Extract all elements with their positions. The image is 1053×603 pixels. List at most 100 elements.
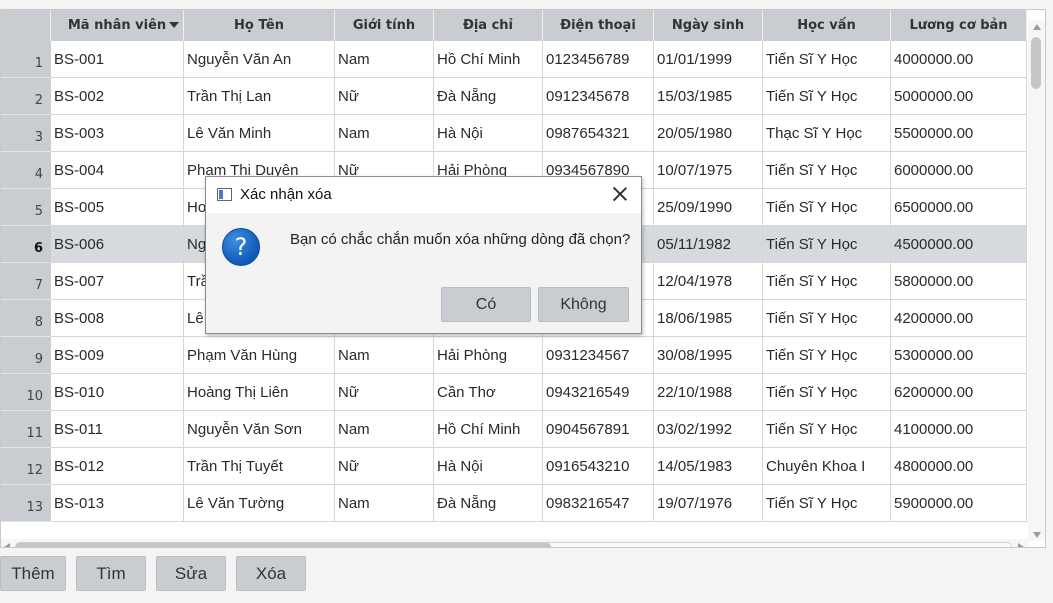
row-number[interactable]: 12 xyxy=(1,448,51,485)
table-cell[interactable]: 30/08/1995 xyxy=(654,337,763,374)
table-cell[interactable]: BS-003 xyxy=(51,115,184,152)
table-cell[interactable]: 0916543210 xyxy=(543,448,654,485)
table-cell[interactable]: BS-009 xyxy=(51,337,184,374)
table-cell[interactable]: 5300000.00 xyxy=(891,337,1027,374)
table-cell[interactable]: Nữ xyxy=(335,448,434,485)
row-number[interactable]: 3 xyxy=(1,115,51,152)
vertical-scroll-thumb[interactable] xyxy=(1031,37,1041,89)
table-cell[interactable]: BS-008 xyxy=(51,300,184,337)
table-cell[interactable]: 18/06/1985 xyxy=(654,300,763,337)
table-cell[interactable]: BS-010 xyxy=(51,374,184,411)
table-cell[interactable]: Chuyên Khoa I xyxy=(763,448,891,485)
table-row[interactable]: 3 BS-003 Lê Văn Minh Nam Hà Nội 0987654321 20/… xyxy=(1,115,1027,152)
table-cell[interactable]: Nữ xyxy=(335,78,434,115)
table-cell[interactable]: 0931234567 xyxy=(543,337,654,374)
table-cell[interactable]: Lê Văn Minh xyxy=(184,115,335,152)
table-cell[interactable]: BS-006 xyxy=(51,226,184,263)
table-cell[interactable]: 20/05/1980 xyxy=(654,115,763,152)
row-number[interactable]: 8 xyxy=(1,300,51,337)
table-cell[interactable]: Tiến Sĩ Y Học xyxy=(763,78,891,115)
table-cell[interactable]: BS-011 xyxy=(51,411,184,448)
table-cell[interactable]: Nam xyxy=(335,115,434,152)
table-cell[interactable]: Hồ Chí Minh xyxy=(434,411,543,448)
table-row[interactable]: 12 BS-012 Trần Thị Tuyết Nữ Hà Nội 0916543210… xyxy=(1,448,1027,485)
table-cell[interactable]: 6200000.00 xyxy=(891,374,1027,411)
table-cell[interactable]: 0983216547 xyxy=(543,485,654,522)
row-number[interactable]: 9 xyxy=(1,337,51,374)
table-cell[interactable]: 12/04/1978 xyxy=(654,263,763,300)
row-number[interactable]: 5 xyxy=(1,189,51,226)
table-cell[interactable]: BS-001 xyxy=(51,41,184,78)
table-cell[interactable]: Nguyễn Văn Sơn xyxy=(184,411,335,448)
table-row[interactable]: 1 BS-001 Nguyễn Văn An Nam Hồ Chí Minh 012345… xyxy=(1,41,1027,78)
close-icon[interactable] xyxy=(611,185,629,203)
table-cell[interactable]: Nguyễn Văn An xyxy=(184,41,335,78)
table-cell[interactable]: 5000000.00 xyxy=(891,78,1027,115)
table-cell[interactable]: 25/09/1990 xyxy=(654,189,763,226)
dialog-title-bar[interactable]: Xác nhận xóa xyxy=(206,177,641,213)
table-cell[interactable]: Hà Nội xyxy=(434,448,543,485)
table-cell[interactable]: Tiến Sĩ Y Học xyxy=(763,189,891,226)
table-cell[interactable]: 4100000.00 xyxy=(891,411,1027,448)
table-cell[interactable]: Trần Thị Tuyết xyxy=(184,448,335,485)
table-row[interactable]: 10 BS-010 Hoàng Thị Liên Nữ Cần Thơ 094321654… xyxy=(1,374,1027,411)
table-cell[interactable]: Nữ xyxy=(335,374,434,411)
table-row[interactable]: 2 BS-002 Trần Thị Lan Nữ Đà Nẵng 0912345678 15… xyxy=(1,78,1027,115)
table-cell[interactable]: 0904567891 xyxy=(543,411,654,448)
table-cell[interactable]: 15/03/1985 xyxy=(654,78,763,115)
table-cell[interactable]: Tiến Sĩ Y Học xyxy=(763,300,891,337)
table-cell[interactable]: Nam xyxy=(335,485,434,522)
table-cell[interactable]: Đà Nẵng xyxy=(434,78,543,115)
row-number[interactable]: 7 xyxy=(1,263,51,300)
table-cell[interactable]: 10/07/1975 xyxy=(654,152,763,189)
row-number[interactable]: 6 xyxy=(1,226,51,263)
table-cell[interactable]: BS-002 xyxy=(51,78,184,115)
table-cell[interactable]: 5500000.00 xyxy=(891,115,1027,152)
table-cell[interactable]: 4800000.00 xyxy=(891,448,1027,485)
table-cell[interactable]: BS-013 xyxy=(51,485,184,522)
horizontal-scroll-thumb[interactable] xyxy=(16,543,551,547)
table-cell[interactable]: 14/05/1983 xyxy=(654,448,763,485)
table-row[interactable]: 13 BS-013 Lê Văn Tường Nam Đà Nẵng 0983216547… xyxy=(1,485,1027,522)
table-cell[interactable]: Đà Nẵng xyxy=(434,485,543,522)
table-row[interactable]: 11 BS-011 Nguyễn Văn Sơn Nam Hồ Chí Minh 0904… xyxy=(1,411,1027,448)
table-cell[interactable]: 01/01/1999 xyxy=(654,41,763,78)
sort-desc-icon[interactable] xyxy=(169,22,179,28)
column-header[interactable]: Địa chỉ xyxy=(434,10,543,41)
table-cell[interactable]: 6500000.00 xyxy=(891,189,1027,226)
table-cell[interactable]: Lê Văn Tường xyxy=(184,485,335,522)
column-header[interactable]: Lương cơ bản xyxy=(891,10,1027,41)
row-number[interactable]: 1 xyxy=(1,41,51,78)
table-cell[interactable]: 03/02/1992 xyxy=(654,411,763,448)
table-cell[interactable]: BS-004 xyxy=(51,152,184,189)
table-cell[interactable]: Cần Thơ xyxy=(434,374,543,411)
scroll-down-icon[interactable] xyxy=(1033,532,1041,538)
table-cell[interactable]: Nam xyxy=(335,411,434,448)
table-cell[interactable]: 4000000.00 xyxy=(891,41,1027,78)
table-cell[interactable]: Hà Nội xyxy=(434,115,543,152)
table-cell[interactable]: BS-005 xyxy=(51,189,184,226)
no-button[interactable]: Không xyxy=(538,287,629,322)
column-header[interactable]: Ngày sinh xyxy=(654,10,763,41)
table-cell[interactable]: Tiến Sĩ Y Học xyxy=(763,374,891,411)
table-cell[interactable]: Hải Phòng xyxy=(434,337,543,374)
find-button[interactable]: Tìm xyxy=(76,556,146,591)
table-row[interactable]: 9 BS-009 Phạm Văn Hùng Nam Hải Phòng 09312345… xyxy=(1,337,1027,374)
table-cell[interactable]: Phạm Văn Hùng xyxy=(184,337,335,374)
table-cell[interactable]: Tiến Sĩ Y Học xyxy=(763,152,891,189)
table-cell[interactable]: 0912345678 xyxy=(543,78,654,115)
table-cell[interactable]: Thạc Sĩ Y Học xyxy=(763,115,891,152)
table-cell[interactable]: Tiến Sĩ Y Học xyxy=(763,41,891,78)
table-cell[interactable]: 22/10/1988 xyxy=(654,374,763,411)
table-cell[interactable]: 0987654321 xyxy=(543,115,654,152)
table-cell[interactable]: BS-012 xyxy=(51,448,184,485)
table-cell[interactable]: Tiến Sĩ Y Học xyxy=(763,411,891,448)
table-cell[interactable]: 4500000.00 xyxy=(891,226,1027,263)
table-cell[interactable]: 0123456789 xyxy=(543,41,654,78)
table-cell[interactable]: Tiến Sĩ Y Học xyxy=(763,485,891,522)
column-header[interactable]: Học vấn xyxy=(763,10,891,41)
table-cell[interactable]: Trần Thị Lan xyxy=(184,78,335,115)
scroll-left-icon[interactable] xyxy=(4,543,10,547)
row-number[interactable]: 13 xyxy=(1,485,51,522)
row-number[interactable]: 2 xyxy=(1,78,51,115)
